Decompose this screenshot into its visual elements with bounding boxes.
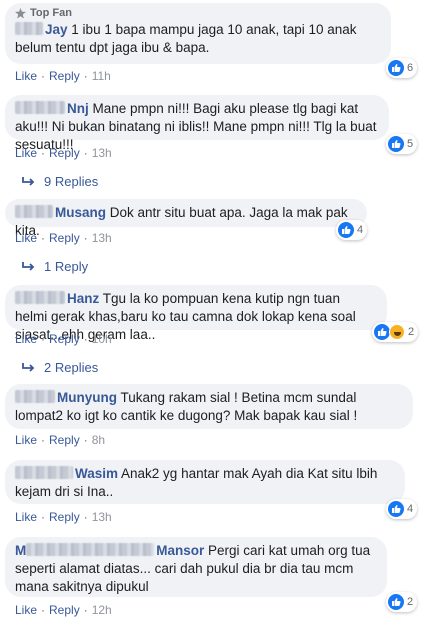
reaction-summary[interactable]: 6 — [386, 58, 418, 78]
reaction-count: 4 — [357, 224, 364, 236]
view-replies-link[interactable]: 9 Replies — [22, 174, 98, 189]
reaction-summary[interactable]: 2 — [386, 592, 418, 612]
comment-actions: Like · Reply · 12h — [15, 603, 112, 617]
like-reaction-icon — [388, 136, 404, 152]
commenter-name[interactable]: Jay — [45, 22, 68, 37]
redacted-name — [15, 205, 53, 218]
reply-link[interactable]: Reply — [49, 603, 80, 617]
reply-link[interactable]: Reply — [49, 231, 80, 245]
comment: Hanz Tgu la ko pompuan kena kutip ngn tu… — [5, 285, 387, 342]
comment-bubble: Wasim Anak2 yg hantar mak Ayah dia Kat s… — [5, 460, 405, 504]
like-link[interactable]: Like — [15, 146, 37, 160]
like-link[interactable]: Like — [15, 603, 37, 617]
commenter-name[interactable]: Wasim — [75, 466, 118, 481]
reaction-summary[interactable]: 4 — [336, 220, 368, 240]
timestamp[interactable]: 13h — [92, 146, 112, 160]
comment-bubble: M Mansor Pergi cari kat umah org tua sepe… — [5, 537, 387, 597]
comment: Munyung Tukang rakam sial ! Betina mcm s… — [5, 384, 413, 429]
comment-bubble: Musang Dok antr situ buat apa. Jaga la m… — [5, 199, 367, 238]
redacted-name — [15, 291, 65, 304]
reaction-count: 2 — [408, 326, 415, 338]
redacted-name — [15, 101, 65, 114]
comment-bubble: Top Fan Jay 1 ibu 1 bapa mampu jaga 10 a… — [5, 3, 391, 64]
comment-actions: Like · Reply · 8h — [15, 433, 106, 447]
commenter-name[interactable]: Nnj — [67, 101, 89, 116]
like-reaction-icon — [374, 324, 390, 340]
timestamp[interactable]: 10h — [92, 332, 112, 346]
like-reaction-icon — [388, 501, 404, 517]
view-replies-link[interactable]: 2 Replies — [22, 360, 98, 375]
comment: Nnj Mane pmpn ni!!! Bagi aku please tlg … — [5, 95, 389, 152]
top-fan-badge: Top Fan — [15, 7, 379, 20]
commenter-name[interactable]: Mansor — [156, 543, 204, 558]
reaction-summary[interactable]: 2 — [372, 322, 419, 342]
comment-actions: Like · Reply · 10h — [15, 332, 112, 346]
comment: Musang Dok antr situ buat apa. Jaga la m… — [5, 199, 367, 238]
top-fan-icon — [15, 8, 26, 19]
like-link[interactable]: Like — [15, 231, 37, 245]
comment: Wasim Anak2 yg hantar mak Ayah dia Kat s… — [5, 460, 405, 504]
reaction-summary[interactable]: 5 — [386, 134, 418, 154]
reply-link[interactable]: Reply — [49, 332, 80, 346]
reply-arrow-icon — [22, 363, 35, 372]
like-link[interactable]: Like — [15, 332, 37, 346]
like-link[interactable]: Like — [15, 433, 37, 447]
comment: Top Fan Jay 1 ibu 1 bapa mampu jaga 10 a… — [5, 3, 421, 64]
like-link[interactable]: Like — [15, 69, 37, 83]
commenter-name[interactable]: Musang — [55, 205, 106, 220]
haha-reaction-icon — [389, 324, 405, 340]
comment-bubble: Hanz Tgu la ko pompuan kena kutip ngn tu… — [5, 285, 387, 342]
comment: M Mansor Pergi cari kat umah org tua sepe… — [5, 537, 387, 597]
reply-link[interactable]: Reply — [49, 433, 80, 447]
reaction-count: 6 — [407, 62, 414, 74]
redacted-name — [15, 22, 43, 35]
timestamp[interactable]: 11h — [92, 69, 111, 83]
reply-link[interactable]: Reply — [49, 510, 80, 524]
reply-link[interactable]: Reply — [49, 69, 80, 83]
commenter-name-prefix[interactable]: M — [15, 543, 26, 558]
comment-actions: Like · Reply · 11h — [15, 69, 111, 83]
comment-actions: Like · Reply · 13h — [15, 146, 112, 160]
reply-link[interactable]: Reply — [49, 146, 80, 160]
reply-arrow-icon — [22, 177, 35, 186]
like-reaction-icon — [388, 60, 404, 76]
timestamp[interactable]: 12h — [92, 603, 112, 617]
timestamp[interactable]: 13h — [92, 510, 112, 524]
like-reaction-icon — [338, 222, 354, 238]
like-reaction-icon — [388, 594, 404, 610]
comment-bubble: Nnj Mane pmpn ni!!! Bagi aku please tlg … — [5, 95, 389, 152]
reply-arrow-icon — [22, 262, 35, 271]
view-replies-link[interactable]: 1 Reply — [22, 259, 88, 274]
timestamp[interactable]: 8h — [92, 433, 105, 447]
comment-actions: Like · Reply · 13h — [15, 231, 112, 245]
reaction-count: 5 — [407, 138, 414, 150]
redacted-name — [15, 466, 73, 479]
comment-actions: Like · Reply · 13h — [15, 510, 112, 524]
commenter-name[interactable]: Munyung — [57, 390, 117, 405]
like-link[interactable]: Like — [15, 510, 37, 524]
timestamp[interactable]: 13h — [92, 231, 112, 245]
reaction-count: 4 — [407, 503, 414, 515]
redacted-name — [26, 543, 155, 556]
reaction-summary[interactable]: 4 — [386, 499, 418, 519]
commenter-name[interactable]: Hanz — [67, 291, 99, 306]
redacted-name — [15, 390, 55, 403]
reaction-count: 2 — [407, 596, 414, 608]
comment-bubble: Munyung Tukang rakam sial ! Betina mcm s… — [5, 384, 413, 429]
